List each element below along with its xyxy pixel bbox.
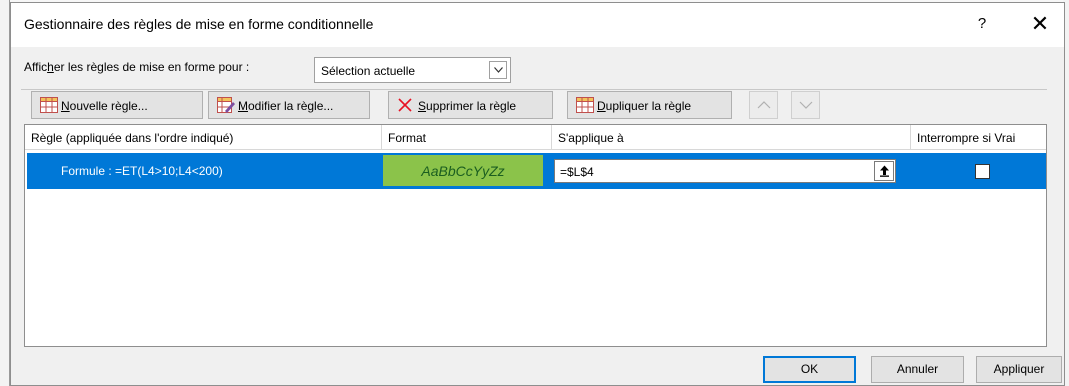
apply-button[interactable]: Appliquer bbox=[976, 356, 1062, 383]
edit-rule-icon bbox=[217, 97, 235, 113]
rule-row[interactable]: Formule : =ET(L4>10;L4<200) AaBbCcYyZz =… bbox=[27, 153, 1046, 189]
duplicate-rule-icon bbox=[576, 97, 594, 113]
column-header-rule[interactable]: Règle (appliquée dans l'ordre indiqué) bbox=[25, 125, 382, 150]
column-header-stop-if-true[interactable]: Interrompre si Vrai bbox=[911, 125, 1046, 150]
close-button[interactable]: ✕ bbox=[1028, 11, 1052, 37]
stop-if-true-checkbox[interactable] bbox=[975, 164, 990, 179]
rules-list[interactable]: Règle (appliquée dans l'ordre indiqué) F… bbox=[24, 124, 1047, 347]
edit-rule-button[interactable]: Modifier la règle... bbox=[208, 91, 370, 119]
applies-to-field[interactable]: =$L$4 bbox=[554, 159, 896, 183]
column-header-format[interactable]: Format bbox=[382, 125, 552, 150]
toolbar-separator bbox=[21, 89, 1047, 90]
new-rule-button[interactable]: Nouvelle règle... bbox=[31, 91, 203, 119]
delete-x-icon bbox=[397, 97, 415, 113]
chevron-down-icon bbox=[799, 101, 813, 109]
conditional-formatting-dialog: Gestionnaire des règles de mise en forme… bbox=[10, 2, 1065, 386]
move-down-button[interactable] bbox=[791, 91, 820, 119]
format-preview: AaBbCcYyZz bbox=[383, 155, 543, 186]
show-rules-select[interactable]: Sélection actuelle bbox=[314, 57, 511, 83]
background-edge-left bbox=[0, 0, 10, 386]
show-rules-selected-value: Sélection actuelle bbox=[321, 64, 416, 78]
chevron-up-icon bbox=[757, 101, 771, 109]
dialog-title: Gestionnaire des règles de mise en forme… bbox=[24, 16, 374, 32]
arrow-up-icon bbox=[880, 165, 889, 177]
dropdown-arrow-icon[interactable] bbox=[489, 61, 507, 79]
cancel-button[interactable]: Annuler bbox=[871, 356, 964, 383]
delete-rule-button[interactable]: Supprimer la règle bbox=[388, 91, 553, 119]
duplicate-rule-button[interactable]: Dupliquer la règle bbox=[567, 91, 732, 119]
ok-button[interactable]: OK bbox=[763, 356, 856, 383]
new-rule-icon bbox=[40, 97, 58, 113]
rule-description: Formule : =ET(L4>10;L4<200) bbox=[61, 164, 223, 178]
dialog-titlebar: Gestionnaire des règles de mise en forme… bbox=[11, 3, 1064, 47]
move-up-button[interactable] bbox=[749, 91, 778, 119]
help-button[interactable]: ? bbox=[972, 13, 992, 35]
show-rules-label: Afficher les règles de mise en forme pou… bbox=[24, 60, 250, 74]
column-header-applies-to[interactable]: S'applique à bbox=[552, 125, 911, 150]
collapse-range-button[interactable] bbox=[874, 161, 894, 181]
